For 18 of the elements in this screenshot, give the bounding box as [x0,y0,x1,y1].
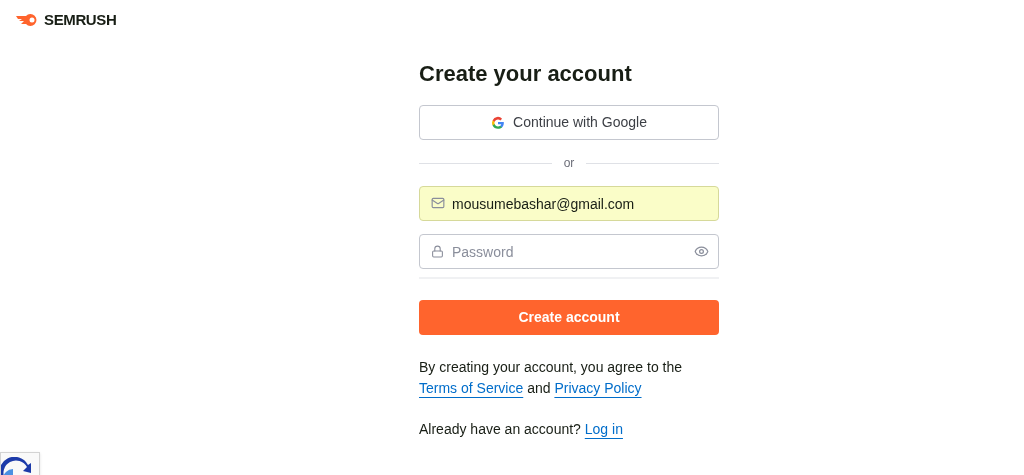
password-field[interactable]: Password [419,234,719,269]
page-title: Create your account [419,59,633,87]
terms-link[interactable]: Terms of Service [419,380,524,396]
login-text: Already have an account? Log in [419,420,624,439]
logo-text: SEMRUSH [44,10,117,30]
lock-icon [431,245,444,258]
divider-text: or [563,155,575,172]
mail-icon [431,196,445,210]
recaptcha-icon [1,457,31,475]
google-icon [491,115,506,130]
terms-text: By creating your account, you agree to the Terms of Service and Privacy Policy [419,358,684,398]
google-button[interactable]: Continue with Google [419,105,719,140]
create-account-button[interactable]: Create account [419,300,719,335]
recaptcha-badge[interactable] [0,452,40,475]
eye-icon[interactable] [694,244,709,259]
login-link[interactable]: Log in [584,421,623,437]
email-field[interactable]: mousumebashar@gmail.com [419,186,719,221]
privacy-link[interactable]: Privacy Policy [554,380,642,396]
